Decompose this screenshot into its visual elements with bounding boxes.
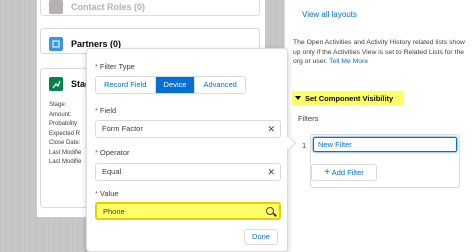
add-icon: + [324,167,331,178]
filter-type-label: * Filter Type [95,62,135,71]
contact-roles-icon [49,0,63,14]
add-filter-label: Add Filter [331,168,364,177]
done-button[interactable]: Done [244,229,278,245]
operator-label: * Operator [95,148,130,157]
add-filter-button[interactable]: + Add Filter [311,164,377,181]
filters-label: Filters [298,114,319,123]
filter-type-device[interactable]: Device [155,77,196,93]
field-select[interactable]: Form Factor ✕ [95,120,281,138]
operator-value: Equal [102,167,122,176]
clear-icon[interactable]: ✕ [267,121,275,137]
filter-type-toggle: Record Field Device Advanced [95,76,246,94]
value-input[interactable]: Phone [95,202,281,220]
new-filter-item[interactable]: New Filter [313,137,457,152]
info-text: The Open Activities and Activity History… [293,38,465,67]
card-contact-roles[interactable]: Contact Roles (0) [40,0,260,16]
chevron-down-icon [295,96,301,100]
section-title: Set Component Visibility [305,93,394,103]
filter-index: 1 [302,141,307,150]
info-body: The Open Activities and Activity History… [293,39,465,65]
tell-me-more-link[interactable]: Tell Me More [329,58,368,65]
filter-type-advanced[interactable]: Advanced [195,77,245,93]
field-label: * Field [95,106,117,115]
field-value: Form Factor [102,124,143,133]
operator-select[interactable]: Equal ✕ [95,163,281,181]
view-all-layouts-link[interactable]: View all layouts [302,10,357,19]
stage-icon [49,77,63,91]
card-title: Contact Roles (0) [71,2,146,12]
filter-type-record-field[interactable]: Record Field [96,77,156,93]
value-label: * Value [95,189,119,198]
set-component-visibility-header[interactable]: Set Component Visibility [292,91,404,105]
partners-icon [49,37,63,51]
value-text: Phone [103,207,125,216]
search-icon[interactable] [266,207,274,215]
clear-icon[interactable]: ✕ [267,164,275,180]
